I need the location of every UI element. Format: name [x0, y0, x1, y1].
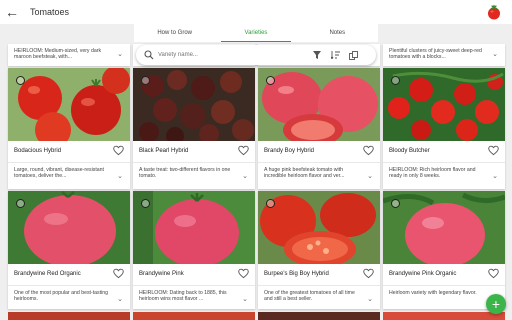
variety-card[interactable]: Brandywine Red Organic One of the most p…: [8, 191, 130, 309]
chevron-down-icon[interactable]: ⌄: [117, 295, 123, 303]
page-title: Tomatoes: [30, 7, 70, 17]
variety-card[interactable]: [383, 312, 505, 320]
variety-photo: [258, 68, 380, 141]
variety-card[interactable]: [8, 312, 130, 320]
select-radio[interactable]: [391, 76, 400, 85]
favorite-heart-icon[interactable]: [113, 268, 124, 279]
divider: [133, 162, 255, 163]
variety-description: HEIRLOOM: Dating back to 1885, this heir…: [139, 290, 227, 303]
variety-card[interactable]: Black Pearl Hybrid A taste treat: two-di…: [133, 68, 255, 189]
variety-photo: [133, 68, 255, 141]
divider: [383, 285, 505, 286]
favorite-heart-icon[interactable]: [488, 145, 499, 156]
variety-description: HEIRLOOM: Medium-sized, very dark maroon…: [14, 48, 102, 61]
chevron-down-icon[interactable]: ⌄: [117, 50, 123, 58]
favorite-heart-icon[interactable]: [238, 145, 249, 156]
tomato-icon: [488, 4, 500, 20]
divider: [133, 285, 255, 286]
chevron-down-icon[interactable]: ⌄: [492, 50, 498, 58]
select-radio[interactable]: [266, 199, 275, 208]
chevron-down-icon[interactable]: ⌄: [117, 172, 123, 180]
variety-name: Brandywine Pink: [139, 271, 184, 277]
variety-description: HEIRLOOM: Rich heirloom flavor and ready…: [389, 167, 476, 180]
variety-photo: [8, 68, 130, 141]
divider: [8, 285, 130, 286]
tab-how-to-grow[interactable]: How to Grow: [134, 24, 215, 42]
divider: [383, 162, 505, 163]
divider: [258, 285, 380, 286]
variety-card[interactable]: [258, 312, 380, 320]
app-bar: ← Tomatoes: [0, 0, 512, 24]
variety-name: Burpee's Big Boy Hybrid: [264, 271, 329, 277]
select-radio[interactable]: [16, 76, 25, 85]
sort-icon[interactable]: [326, 45, 344, 65]
variety-card[interactable]: Burpee's Big Boy Hybrid One of the great…: [258, 191, 380, 309]
favorite-heart-icon[interactable]: [238, 268, 249, 279]
favorite-heart-icon[interactable]: [363, 145, 374, 156]
divider: [258, 162, 380, 163]
variety-description: Plentiful clusters of juicy-sweet deep-r…: [389, 48, 482, 61]
variety-name: Bodacious Hybrid: [14, 148, 62, 154]
variety-description: A huge pink beefsteak tomato with incred…: [264, 167, 345, 180]
chevron-down-icon[interactable]: ⌄: [242, 295, 248, 303]
select-radio[interactable]: [391, 199, 400, 208]
variety-description: Large, round, vibrant, disease-resistant…: [14, 167, 104, 180]
variety-photo: [383, 191, 505, 264]
variety-photo: [8, 191, 130, 264]
variety-card[interactable]: [133, 312, 255, 320]
chevron-down-icon[interactable]: ⌄: [242, 172, 248, 180]
chevron-down-icon[interactable]: ⌄: [492, 172, 498, 180]
tab-varieties[interactable]: Varieties: [215, 24, 296, 42]
variety-description: One of the most popular and best-tasting…: [14, 290, 109, 303]
select-radio[interactable]: [16, 199, 25, 208]
compare-icon[interactable]: [344, 45, 362, 65]
variety-description: A taste treat: two-different flavors in …: [139, 167, 231, 180]
variety-card[interactable]: Brandy Boy Hybrid A huge pink beefsteak …: [258, 68, 380, 189]
select-radio[interactable]: [266, 76, 275, 85]
variety-description: One of the greatest tomatoes of all time…: [264, 290, 355, 303]
divider: [8, 162, 130, 163]
variety-name: Bloody Butcher: [389, 148, 430, 154]
favorite-heart-icon[interactable]: [488, 268, 499, 279]
add-variety-button[interactable]: +: [486, 294, 506, 314]
variety-name: Brandywine Red Organic: [14, 271, 81, 277]
filter-icon[interactable]: [308, 45, 326, 65]
variety-card[interactable]: Brandywine Pink Organic Heirloom variety…: [383, 191, 505, 309]
list-item[interactable]: HEIRLOOM: Medium-sized, very dark maroon…: [8, 44, 130, 66]
variety-card[interactable]: Brandywine Pink HEIRLOOM: Dating back to…: [133, 191, 255, 309]
select-radio[interactable]: [141, 76, 150, 85]
search-icon: [144, 50, 154, 60]
variety-name: Brandy Boy Hybrid: [264, 148, 315, 154]
favorite-heart-icon[interactable]: [113, 145, 124, 156]
back-arrow-icon[interactable]: ←: [0, 0, 24, 24]
variety-name: Black Pearl Hybrid: [139, 148, 189, 154]
select-radio[interactable]: [141, 199, 150, 208]
search-input[interactable]: [158, 52, 308, 58]
variety-photo: [258, 191, 380, 264]
chevron-down-icon[interactable]: ⌄: [367, 172, 373, 180]
list-item[interactable]: Plentiful clusters of juicy-sweet deep-r…: [383, 44, 505, 66]
variety-card[interactable]: Bloody Butcher HEIRLOOM: Rich heirloom f…: [383, 68, 505, 189]
variety-description: Heirloom variety with legendary flavor.: [389, 290, 477, 296]
search-bar: [136, 45, 376, 65]
variety-card[interactable]: Bodacious Hybrid Large, round, vibrant, …: [8, 68, 130, 189]
tab-notes[interactable]: Notes: [297, 24, 378, 42]
favorite-heart-icon[interactable]: [363, 268, 374, 279]
variety-name: Brandywine Pink Organic: [389, 271, 457, 277]
chevron-down-icon[interactable]: ⌄: [367, 295, 373, 303]
variety-photo: [383, 68, 505, 141]
tab-bar: How to Grow Varieties Notes: [134, 24, 378, 42]
variety-photo: [133, 191, 255, 264]
